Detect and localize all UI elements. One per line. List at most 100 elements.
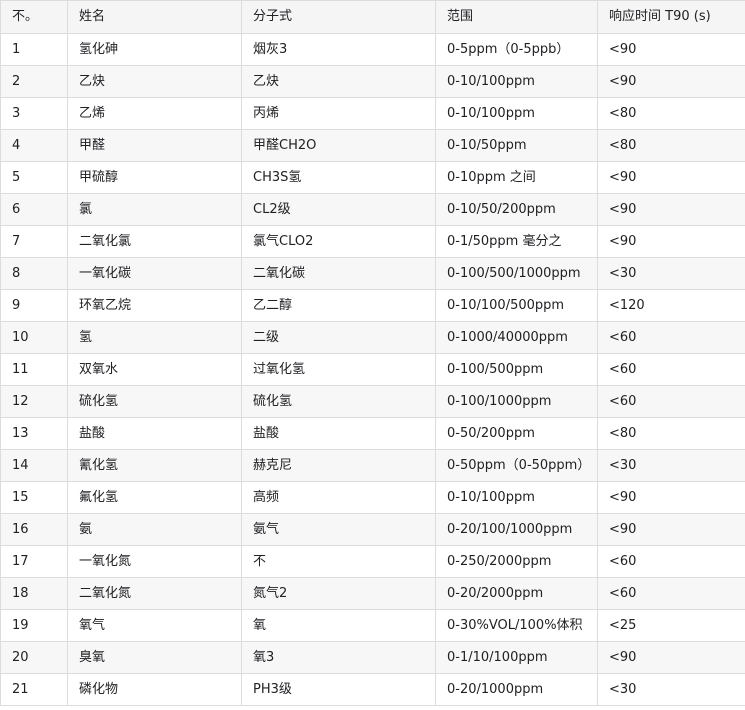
cell-name: 一氧化碳 [67,257,242,290]
table-row: 4 甲醛 甲醛CH2O 0-10/50ppm <80 [0,129,745,162]
cell-formula: CH3S氢 [241,161,436,194]
cell-range: 0-30%VOL/100%体积 [435,609,598,642]
cell-range: 0-1/50ppm 毫分之 [435,225,598,258]
cell-response-time: <90 [597,65,745,98]
cell-number: 1 [0,33,68,66]
table-row: 11 双氧水 过氧化氢 0-100/500ppm <60 [0,353,745,386]
table-row: 19 氧气氧 0-30%VOL/100%体积 <25 [0,609,745,642]
cell-number: 19 [0,609,68,642]
cell-range: 0-50/200ppm [435,417,598,450]
cell-name: 硫化氢 [67,385,242,418]
cell-response-time: <90 [597,641,745,674]
cell-response-time: <90 [597,33,745,66]
cell-formula: 烟灰3 [241,33,436,66]
cell-name: 二氧化氯 [67,225,242,258]
header-row: 不。 姓名 分子式 范围 响应时间 T90 (s) [0,0,745,34]
cell-number: 20 [0,641,68,674]
cell-response-time: <30 [597,257,745,290]
cell-name: 氰化氢 [67,449,242,482]
gas-sensor-table-container: 不。 姓名 分子式 范围 响应时间 T90 (s) 1 氢化砷 烟灰3 0-5ppm（… [0,0,745,710]
cell-response-time: <30 [597,449,745,482]
cell-range: 0-1000/40000ppm [435,321,598,354]
cell-range: 0-20/2000ppm [435,577,598,610]
table-row: 8 一氧化碳 二氧化碳 0-100/500/1000ppm <30 [0,257,745,290]
cell-response-time: <60 [597,577,745,610]
cell-number: 3 [0,97,68,130]
cell-range: 0-10/100ppm [435,65,598,98]
cell-range: 0-20/100/1000ppm [435,513,598,546]
cell-range: 0-100/500/1000ppm [435,257,598,290]
cell-formula: 二级 [241,321,436,354]
cell-formula: PH3级 [241,673,436,706]
cell-name: 二氧化氮 [67,577,242,610]
cell-formula: 乙二醇 [241,289,436,322]
cell-response-time: <90 [597,513,745,546]
cell-number: 14 [0,449,68,482]
cell-name: 盐酸 [67,417,242,450]
cell-range: 0-1/10/100ppm [435,641,598,674]
cell-name: 氢 [67,321,242,354]
cell-response-time: <80 [597,97,745,130]
cell-formula: 过氧化氢 [241,353,436,386]
cell-formula: 氧 [241,609,436,642]
cell-range: 0-10/100/500ppm [435,289,598,322]
table-row: 6 氯 CL2级 0-10/50/200ppm <90 [0,193,745,226]
header-name: 姓名 [67,0,242,34]
cell-range: 0-20/1000ppm [435,673,598,706]
cell-name: 氟化氢 [67,481,242,514]
cell-number: 11 [0,353,68,386]
cell-formula: 赫克尼 [241,449,436,482]
table-row: 7 二氧化氯 氯气CLO2 0-1/50ppm 毫分之 <90 [0,225,745,258]
cell-formula: 氧3 [241,641,436,674]
cell-number: 7 [0,225,68,258]
cell-number: 5 [0,161,68,194]
table-row: 21 磷化物 PH3级 0-20/1000ppm <30 [0,673,745,706]
table-row: 5 甲硫醇 CH3S氢 0-10ppm 之间 <90 [0,161,745,194]
cell-response-time: <80 [597,417,745,450]
cell-formula: 高频 [241,481,436,514]
table-row: 15 氟化氢 高频 0-10/100ppm <90 [0,481,745,514]
cell-range: 0-5ppm（0-5ppb） [435,33,598,66]
cell-response-time: <120 [597,289,745,322]
cell-response-time: <60 [597,385,745,418]
table-row: 12 硫化氢 硫化氢 0-100/1000ppm <60 [0,385,745,418]
cell-number: 10 [0,321,68,354]
cell-name: 臭氧 [67,641,242,674]
cell-range: 0-10/50/200ppm [435,193,598,226]
cell-name: 一氧化氮 [67,545,242,578]
cell-name: 乙烯 [67,97,242,130]
cell-response-time: <90 [597,161,745,194]
table-row: 16 氨氨气 0-20/100/1000ppm <90 [0,513,745,546]
cell-formula: 氮气2 [241,577,436,610]
cell-name: 甲醛 [67,129,242,162]
cell-number: 4 [0,129,68,162]
cell-number: 2 [0,65,68,98]
header-range: 范围 [435,0,598,34]
cell-formula: 丙烯 [241,97,436,130]
header-response-time: 响应时间 T90 (s) [597,0,745,34]
cell-response-time: <30 [597,673,745,706]
cell-name: 环氧乙烷 [67,289,242,322]
cell-range: 0-10/100ppm [435,481,598,514]
table-row: 10 氢二级 0-1000/40000ppm <60 [0,321,745,354]
cell-formula: CL2级 [241,193,436,226]
cell-number: 6 [0,193,68,226]
header-formula: 分子式 [241,0,436,34]
table-row: 2 乙炔 乙炔 0-10/100ppm <90 [0,65,745,98]
table-header: 不。 姓名 分子式 范围 响应时间 T90 (s) [0,0,745,34]
cell-formula: 氯气CLO2 [241,225,436,258]
table-row: 17 一氧化氮不 0-250/2000ppm <60 [0,545,745,578]
cell-number: 8 [0,257,68,290]
cell-formula: 甲醛CH2O [241,129,436,162]
table-row: 20 臭氧 氧3 0-1/10/100ppm <90 [0,641,745,674]
cell-response-time: <90 [597,481,745,514]
cell-name: 氧气 [67,609,242,642]
cell-range: 0-100/500ppm [435,353,598,386]
cell-range: 0-250/2000ppm [435,545,598,578]
cell-response-time: <60 [597,545,745,578]
header-number: 不。 [0,0,68,34]
table-row: 13 盐酸 盐酸 0-50/200ppm <80 [0,417,745,450]
cell-number: 18 [0,577,68,610]
table-row: 3 乙烯 丙烯 0-10/100ppm <80 [0,97,745,130]
table-row: 18 二氧化氮 氮气2 0-20/2000ppm <60 [0,577,745,610]
